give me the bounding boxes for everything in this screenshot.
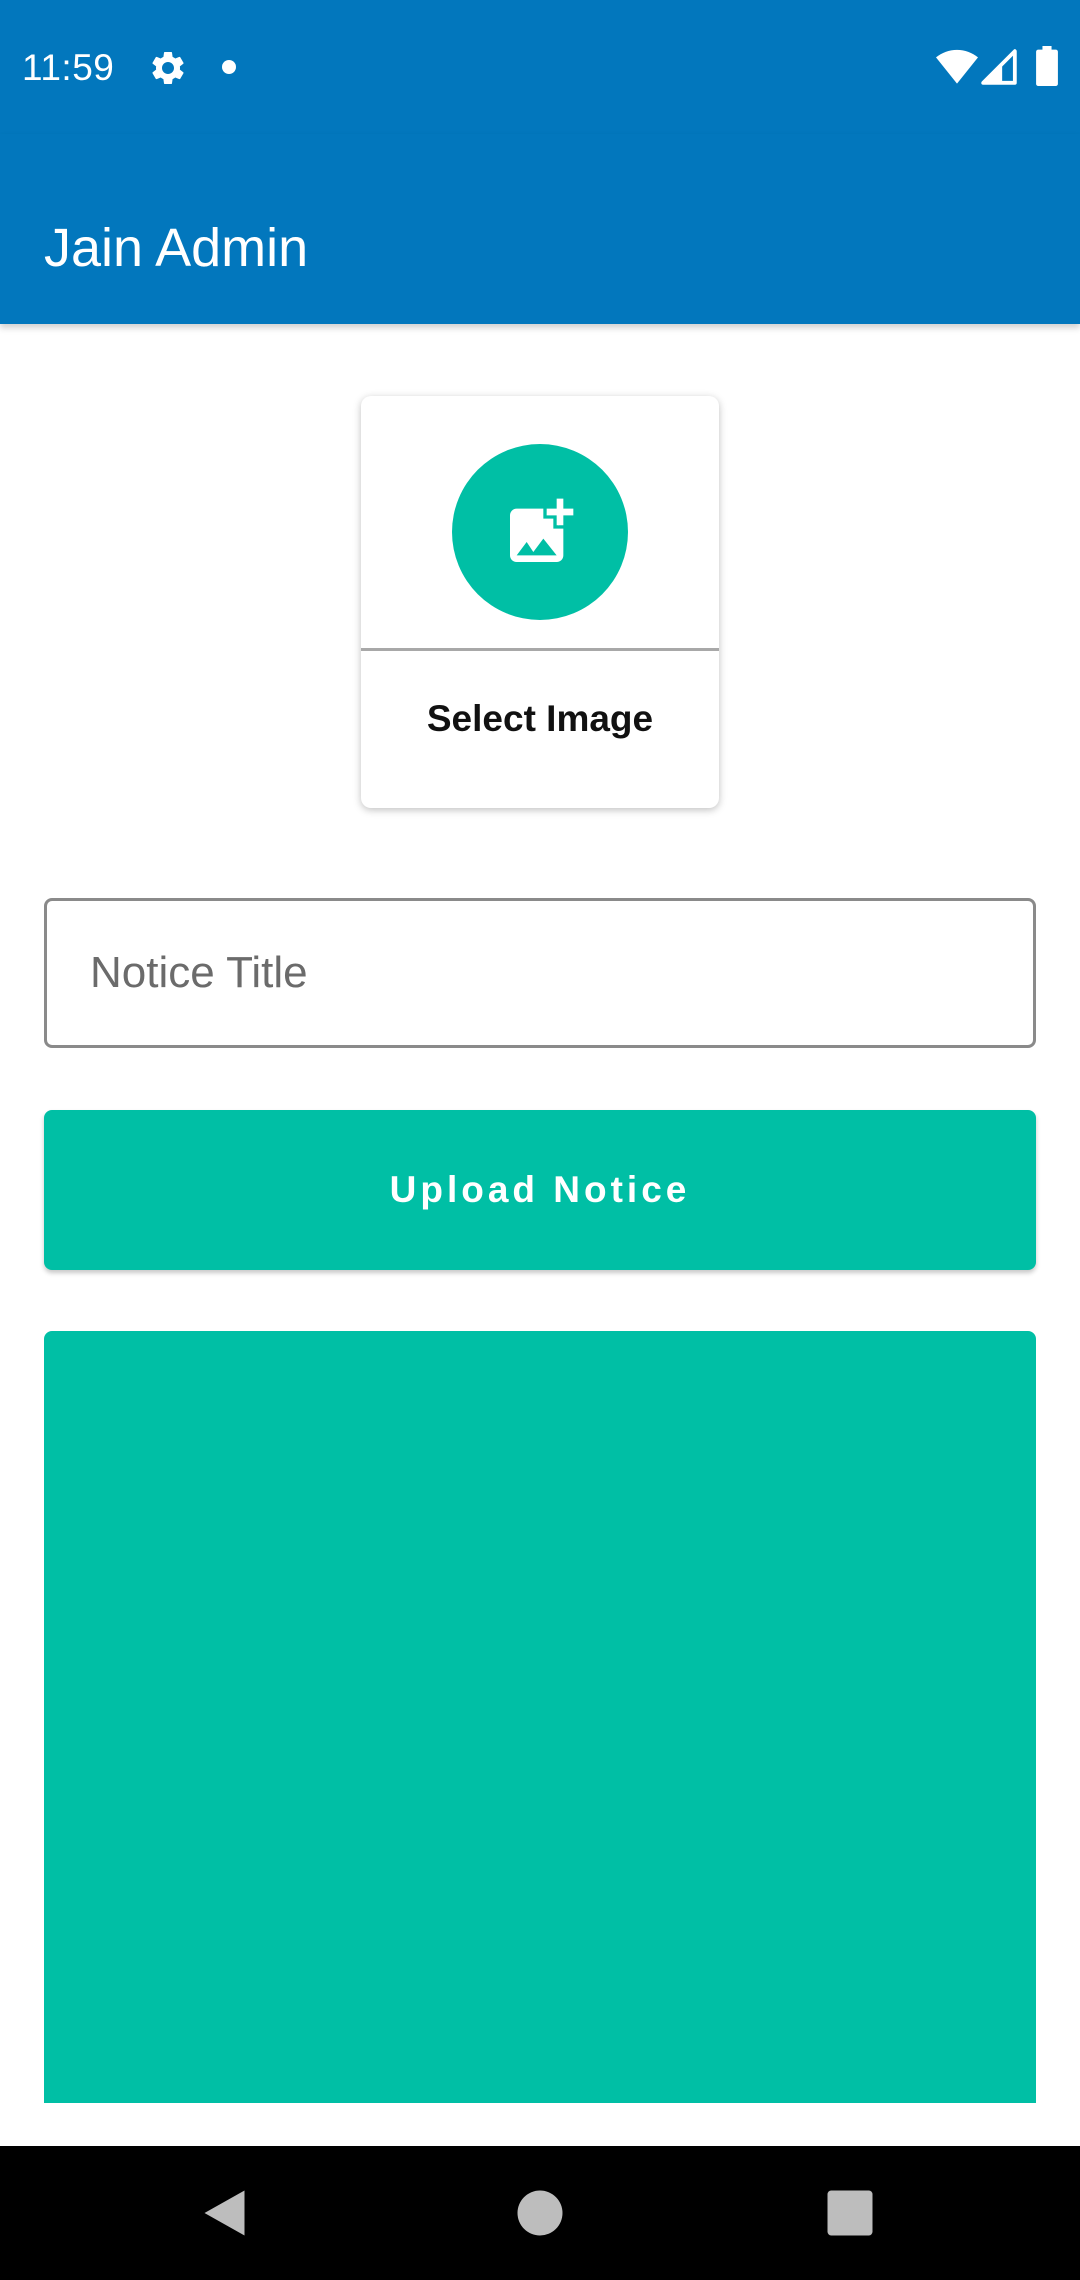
back-button[interactable] [160,2146,294,2280]
battery-icon [1036,46,1058,86]
notice-title-input[interactable] [44,898,1036,1048]
select-image-label: Select Image [426,698,654,739]
card-divider [361,648,719,651]
image-preview-area [44,1331,1036,2103]
home-button[interactable] [473,2146,607,2280]
status-bar: 11:59 [0,0,1080,134]
navigation-bar [0,2146,1080,2280]
gear-icon [152,51,184,84]
recents-button[interactable] [783,2146,917,2280]
upload-notice-button[interactable]: Upload Notice [44,1110,1036,1270]
wifi-icon [936,49,978,84]
notification-dot-icon [222,60,236,74]
back-icon [204,2190,245,2236]
select-image-card[interactable]: Select Image [361,396,719,808]
add-photo-icon [510,498,574,562]
status-time: 11:59 [22,47,115,88]
cell-signal-icon [981,49,1017,85]
recents-icon [827,2190,873,2236]
screen: 11:59 Jain Admin Select Image U [0,0,1080,2280]
page-title: Jain Admin [44,218,309,278]
app-bar: Jain Admin [0,134,1080,324]
select-image-icon-circle [452,444,628,620]
home-icon [517,2190,563,2236]
